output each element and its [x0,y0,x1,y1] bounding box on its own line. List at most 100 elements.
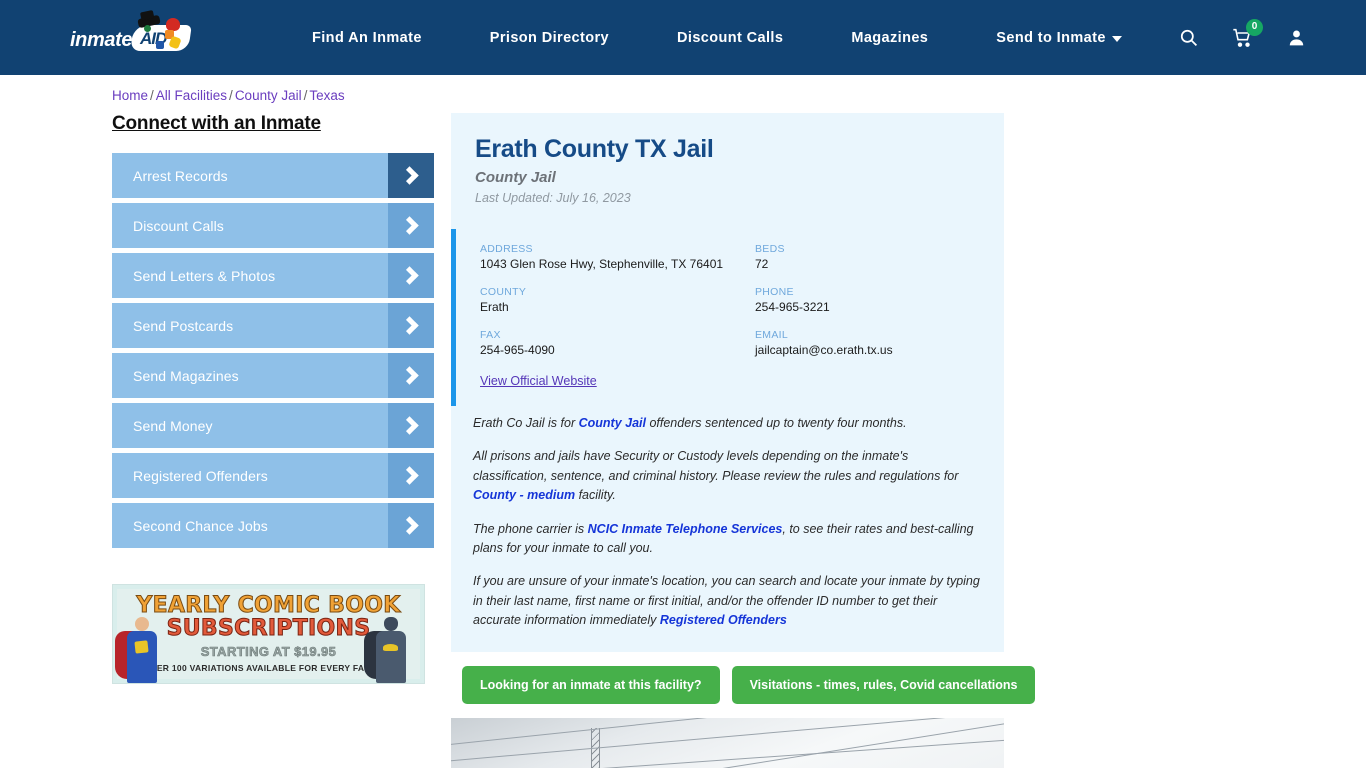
sidebar-title: Connect with an Inmate [112,113,321,134]
search-icon[interactable] [1179,28,1198,47]
breadcrumb-item-county-jail[interactable]: County Jail [235,88,302,103]
sidebar-item-send-money[interactable]: Send Money [112,403,434,448]
sidebar-item-send-magazines[interactable]: Send Magazines [112,353,434,398]
breadcrumb-item-all-facilities[interactable]: All Facilities [156,88,227,103]
breadcrumb-item-home[interactable]: Home [112,88,148,103]
detail-value: 72 [755,257,769,271]
ad-price-line: STARTING AT $19.95 [200,643,337,659]
sidebar-item-send-letters-photos[interactable]: Send Letters & Photos [112,253,434,298]
sidebar-item-registered-offenders[interactable]: Registered Offenders [112,453,434,498]
nav-item-discount-calls[interactable]: Discount Calls [643,30,817,46]
logo-balloon-blue-icon [156,40,164,49]
link-county-jail[interactable]: County Jail [579,416,646,430]
detail-label: PHONE [755,286,794,298]
sidebar-item-label: Second Chance Jobs [133,517,268,534]
looking-for-inmate-button[interactable]: Looking for an inmate at this facility? [462,666,720,705]
sidebar-item-label: Discount Calls [133,217,224,234]
cta-button-row: Looking for an inmate at this facility? … [451,652,1036,705]
cart-icon[interactable]: 0 [1232,18,1263,48]
page-body: Home / All Facilities / County Jail / Texas Co… [0,75,1366,768]
detail-value: 254-965-4090 [480,343,555,357]
nav-label: Send to Inmate [996,29,1106,46]
ad-headline-line2: SUBSCRIPTIONS [166,616,371,642]
nav-item-prison-directory[interactable]: Prison Directory [456,30,643,46]
sidebar-item-label: Send Postcards [133,317,234,334]
facility-details-panel: ADDRESS 1043 Glen Rose Hwy, Stephenville… [451,229,1004,406]
detail-phone: PHONE 254-965-3221 [755,286,980,315]
facility-photo [451,718,1004,768]
chevron-right-icon [388,253,434,298]
detail-label: FAX [480,329,501,341]
logo-balloon-red-icon [166,17,180,31]
sidebar-item-label: Send Money [133,417,213,434]
link-county-medium[interactable]: County - medium [473,488,575,502]
sidebar-item-label: Registered Offenders [133,467,268,484]
cart-count-badge: 0 [1246,18,1263,36]
text-segment: facility. [575,488,616,503]
content-columns: Connect with an Inmate Arrest Records Di… [0,103,1366,768]
link-registered-offenders[interactable]: Registered Offenders [660,613,787,627]
chevron-right-icon [388,403,434,448]
nav-item-find-an-inmate[interactable]: Find An Inmate [278,30,456,46]
facility-header: Erath County TX Jail County Jail Last Up… [451,135,1004,205]
description-paragraph-1: Erath Co Jail is for County Jail offende… [473,414,982,433]
nav-label: Prison Directory [489,29,610,46]
logo-wordmark: inmate [70,28,133,51]
batman-figure-icon [364,607,422,683]
nav-label: Magazines [851,29,929,46]
sidebar-item-label: Send Letters & Photos [133,267,276,284]
detail-email: EMAIL jailcaptain@co.erath.tx.us [755,329,980,358]
detail-value: Erath [480,300,509,314]
nav-label: Find An Inmate [312,29,422,46]
ad-subtext: OVER 100 VARIATIONS AVAILABLE FOR EVERY … [143,662,394,673]
sidebar-item-send-postcards[interactable]: Send Postcards [112,303,434,348]
comic-book-ad-banner[interactable]: YEARLY COMIC BOOK SUBSCRIPTIONS STARTING… [112,584,425,684]
sidebar-item-arrest-records[interactable]: Arrest Records [112,153,434,198]
chevron-right-icon [388,153,434,198]
sidebar-item-discount-calls[interactable]: Discount Calls [112,203,434,248]
superman-figure-icon [115,607,173,683]
nav-item-magazines[interactable]: Magazines [817,30,962,46]
breadcrumb-separator: / [150,88,154,103]
chevron-right-icon [388,503,434,548]
user-icon[interactable] [1287,28,1306,47]
detail-value: jailcaptain@co.erath.tx.us [755,343,893,357]
detail-label: BEDS [755,243,785,255]
breadcrumb: Home / All Facilities / County Jail / Texas [0,75,1366,103]
nav-label: Discount Calls [677,29,784,46]
site-logo[interactable]: inmate AID [70,14,192,59]
description-paragraph-4: If you are unsure of your inmate's locat… [473,572,982,630]
detail-value: 1043 Glen Rose Hwy, Stephenville, TX 764… [480,257,724,271]
main-content: Erath County TX Jail County Jail Last Up… [451,113,1036,768]
text-segment: All prisons and jails have Security or C… [473,449,959,483]
visitations-button[interactable]: Visitations - times, rules, Covid cancel… [731,666,1036,705]
detail-label: ADDRESS [480,243,533,255]
main-navigation: Find An Inmate Prison Directory Discount… [278,30,1156,46]
view-official-website-link[interactable]: View Official Website [480,374,597,388]
header-icon-group: 0 [1179,18,1306,48]
nav-item-send-to-inmate[interactable]: Send to Inmate [962,30,1156,46]
logo-figure-icon [144,24,151,32]
sidebar-item-second-chance-jobs[interactable]: Second Chance Jobs [112,503,434,548]
description-paragraph-2: All prisons and jails have Security or C… [473,447,982,505]
detail-fax: FAX 254-965-4090 [480,329,755,358]
sidebar: Connect with an Inmate Arrest Records Di… [112,113,434,768]
chevron-right-icon [388,453,434,498]
facility-card: Erath County TX Jail County Jail Last Up… [451,113,1004,653]
detail-label: EMAIL [755,329,789,341]
text-segment: The phone carrier is [473,521,588,536]
description-paragraph-3: The phone carrier is NCIC Inmate Telepho… [473,520,982,559]
facility-description: Erath Co Jail is for County Jail offende… [451,406,1004,652]
sidebar-item-label: Send Magazines [133,367,239,384]
breadcrumb-item-texas[interactable]: Texas [309,88,344,103]
page-title: Erath County TX Jail [475,135,714,163]
breadcrumb-separator: / [229,88,233,103]
detail-value: 254-965-3221 [755,300,830,314]
chevron-right-icon [388,303,434,348]
link-ncic-inmate-telephone-services[interactable]: NCIC Inmate Telephone Services [588,522,783,536]
facility-details-grid: ADDRESS 1043 Glen Rose Hwy, Stephenville… [480,243,980,358]
chevron-right-icon [388,353,434,398]
last-updated-text: Last Updated: July 16, 2023 [475,191,631,205]
text-segment: Erath Co Jail is for [473,416,579,430]
detail-address: ADDRESS 1043 Glen Rose Hwy, Stephenville… [480,243,755,272]
